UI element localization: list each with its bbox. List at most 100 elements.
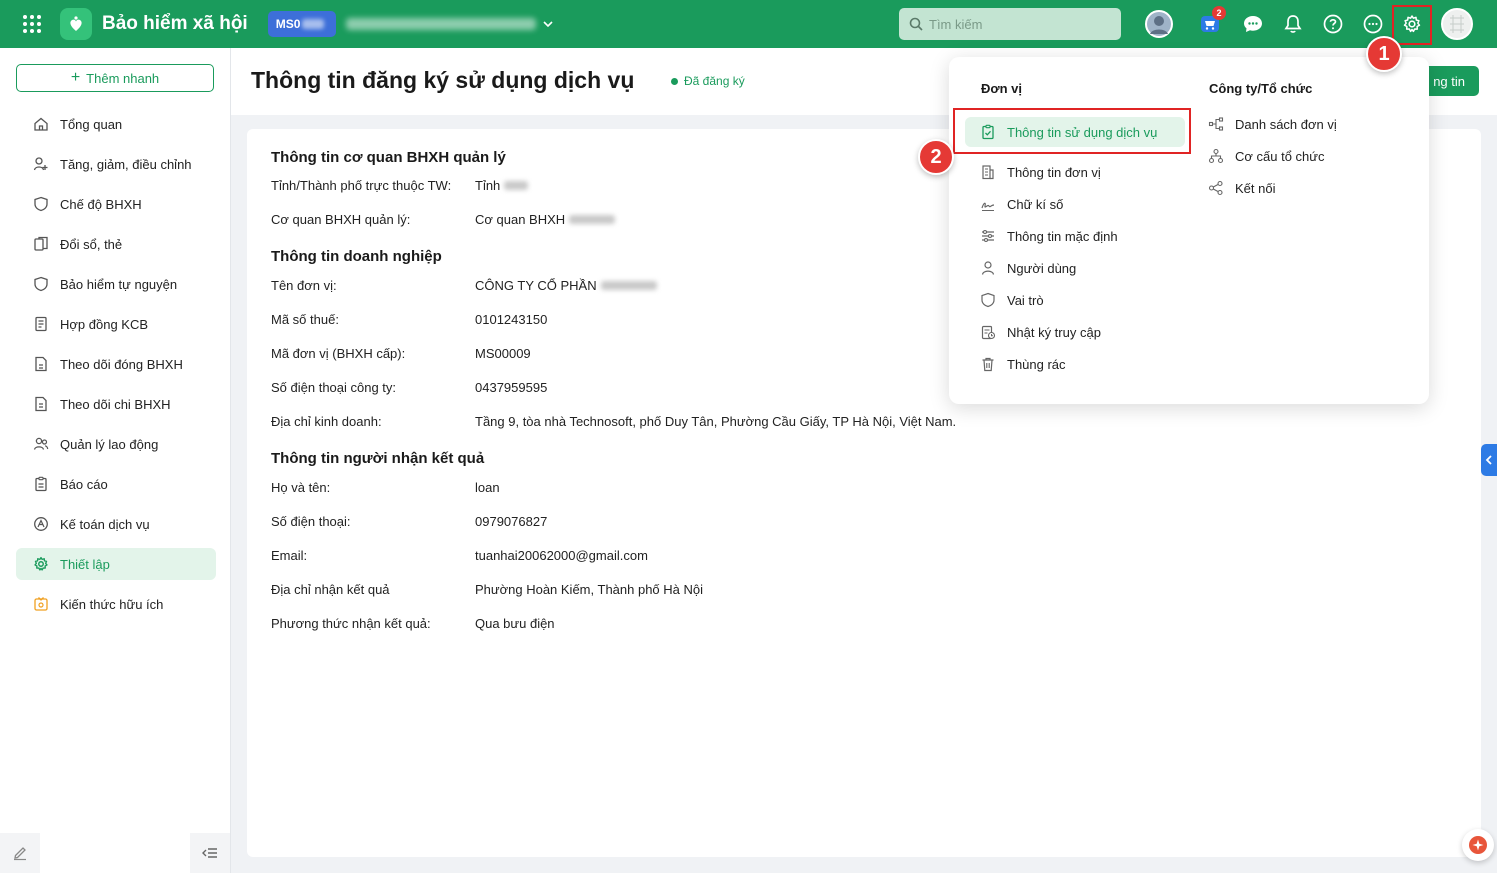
log-icon (979, 323, 997, 341)
collapse-icon (202, 848, 217, 858)
sidebar-item-label: Kiến thức hữu ích (60, 596, 164, 612)
sidebar-item-track-payment[interactable]: Theo dõi đóng BHXH (16, 348, 216, 380)
chat-icon (1244, 16, 1262, 32)
app-logo-icon (60, 8, 92, 40)
sidebar-item-accounting[interactable]: Kế toán dịch vụ (16, 508, 216, 540)
menu-item-unit-info[interactable]: Thông tin đơn vị (979, 157, 1101, 187)
menu-item-label: Người dùng (1007, 260, 1077, 276)
row-value-text: CÔNG TY CỔ PHẦN (475, 278, 597, 293)
unit-selector[interactable] (345, 18, 554, 30)
sidebar-item-track-expense[interactable]: Theo dõi chi BHXH (16, 388, 216, 420)
row-label: Số điện thoại công ty: (271, 380, 397, 395)
info-row-company-phone: Số điện thoại công ty: 0437959595 (271, 380, 547, 395)
knowledge-icon (32, 595, 50, 613)
menu-item-trash[interactable]: Thùng rác (979, 349, 1066, 379)
menu-item-label: Thông tin mặc định (1007, 228, 1118, 244)
row-value: 0101243150 (475, 312, 548, 327)
row-label: Email: (271, 548, 308, 563)
unit-code: MS0 (275, 17, 301, 31)
menu-item-default-info[interactable]: Thông tin mặc định (979, 221, 1118, 251)
signature-icon (979, 195, 997, 213)
edit-button[interactable] (0, 833, 40, 873)
org-chart-icon (1207, 147, 1225, 165)
edit-icon (14, 847, 26, 861)
help-button[interactable] (1319, 10, 1347, 38)
sidebar-item-knowledge[interactable]: Kiến thức hữu ích (16, 588, 216, 620)
collapse-sidebar-button[interactable] (190, 833, 230, 873)
shield-icon (32, 275, 50, 293)
trash-icon (979, 355, 997, 373)
menu-item-unit-list[interactable]: Danh sách đơn vị (1207, 109, 1337, 139)
sidebar-item-voluntary[interactable]: Bảo hiểm tự nguyện (16, 268, 216, 300)
more-icon (1363, 14, 1383, 34)
chat-button[interactable] (1239, 10, 1267, 38)
row-value: CÔNG TY CỔ PHẦN (475, 278, 657, 293)
sidebar-item-label: Quản lý lao động (60, 436, 159, 452)
unit-code-chip[interactable]: MS0 (267, 11, 336, 37)
sidebar-item-label: Báo cáo (60, 476, 108, 492)
search-input[interactable] (929, 16, 1109, 32)
cart-button[interactable]: 2 (1196, 6, 1226, 38)
menu-item-roles[interactable]: Vai trò (979, 285, 1044, 315)
sidebar-item-overview[interactable]: Tổng quan (16, 108, 216, 140)
sparkle-icon (1469, 836, 1487, 854)
users-icon (32, 435, 50, 453)
row-label: Phương thức nhận kết quả: (271, 616, 431, 631)
row-label: Địa chỉ kinh doanh: (271, 414, 382, 429)
row-value: 0437959595 (475, 380, 548, 395)
sliders-icon (979, 227, 997, 245)
menu-item-org-structure[interactable]: Cơ cấu tổ chức (1207, 141, 1324, 171)
row-label: Mã đơn vị (BHXH cấp): (271, 346, 406, 361)
search-box[interactable] (899, 8, 1121, 40)
sidebar-item-labor[interactable]: Quản lý lao động (16, 428, 216, 460)
doc-calendar-icon (32, 355, 50, 373)
profile-avatar[interactable] (1441, 8, 1473, 40)
sidebar-item-label: Bảo hiểm tự nguyện (60, 276, 178, 292)
sidebar-item-regimes[interactable]: Chế độ BHXH (16, 188, 216, 220)
row-value: Tỉnh (475, 178, 529, 193)
sidebar-item-label: Chế độ BHXH (60, 196, 142, 212)
status-dot-icon (671, 77, 678, 85)
row-value-text: Tỉnh (475, 178, 501, 193)
section-title-agency: Thông tin cơ quan BHXH quản lý (271, 149, 506, 166)
more-button[interactable] (1359, 10, 1387, 38)
app-grid-button[interactable] (0, 0, 64, 48)
row-value: tuanhai20062000@gmail.com (475, 548, 648, 563)
contract-icon (32, 315, 50, 333)
grid-icon (23, 15, 41, 33)
dropdown-col-unit-title: Đơn vị (981, 81, 1023, 96)
sidebar-item-label: Tổng quan (60, 116, 123, 132)
menu-item-connection[interactable]: Kết nối (1207, 173, 1275, 203)
step-marker-1: 1 (1366, 36, 1402, 72)
info-row-company-name: Tên đơn vị: CÔNG TY CỔ PHẦN (271, 278, 657, 293)
quick-add-button[interactable]: + Thêm nhanh (16, 64, 214, 92)
gear-icon (32, 555, 50, 573)
sidebar-item-adjust[interactable]: Tăng, giảm, điều chỉnh (16, 148, 216, 180)
sidebar-item-cards[interactable]: Đổi sổ, thẻ (16, 228, 216, 260)
assistant-button[interactable] (1462, 829, 1494, 861)
clipboard-icon (32, 475, 50, 493)
home-icon (32, 115, 50, 133)
menu-item-digital-signature[interactable]: Chữ kí số (979, 189, 1063, 219)
notification-button[interactable] (1279, 10, 1307, 38)
menu-item-access-log[interactable]: Nhật ký truy cập (979, 317, 1101, 347)
share-icon (1207, 179, 1225, 197)
row-value-text: Cơ quan BHXH (475, 212, 566, 227)
search-icon (909, 17, 923, 31)
section-title-recipient: Thông tin người nhận kết quả (271, 450, 485, 467)
user-icon (979, 259, 997, 277)
sidebar-item-reports[interactable]: Báo cáo (16, 468, 216, 500)
plus-icon: + (70, 69, 81, 86)
sidebar-item-contract[interactable]: Hợp đồng KCB (16, 308, 216, 340)
info-row-tax-code: Mã số thuế: 0101243150 (271, 312, 547, 327)
help-icon (1323, 14, 1343, 34)
top-bar: Bảo hiểm xã hội MS0 (0, 0, 1497, 48)
sidebar-item-settings[interactable]: Thiết lập (16, 548, 216, 580)
unit-name-blurred (345, 18, 536, 30)
shield-icon (979, 291, 997, 309)
menu-item-users[interactable]: Người dùng (979, 253, 1076, 283)
user-avatar-button[interactable] (1145, 10, 1173, 38)
accounting-icon (32, 515, 50, 533)
side-panel-toggle[interactable] (1481, 444, 1497, 476)
sidebar: + Thêm nhanh Tổng quan Tăng, giảm, điều … (0, 48, 231, 873)
